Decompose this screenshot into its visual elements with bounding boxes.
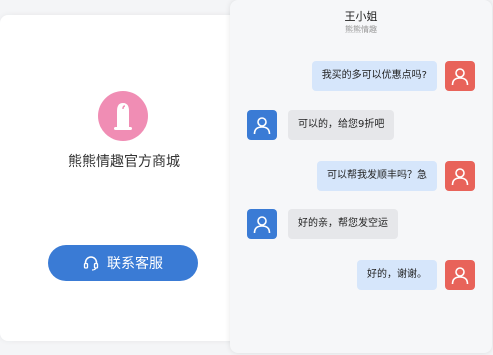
person-icon (451, 68, 469, 86)
message-bubble: 可以的，给您9折吧 (288, 110, 395, 140)
condom-icon (114, 103, 132, 130)
message-bubble: 好的，谢谢。 (357, 260, 437, 290)
message-bubble: 好的亲，帮您发空运 (288, 209, 398, 239)
chat-message-outgoing: 我买的多可以优惠点吗? (311, 61, 475, 91)
chat-message-incoming: 好的亲，帮您发空运 (247, 209, 398, 239)
agent-avatar (247, 110, 277, 140)
store-logo (98, 91, 148, 141)
store-card: 熊熊情趣官方商城 联系客服 (0, 15, 248, 341)
message-bubble: 我买的多可以优惠点吗? (311, 61, 437, 91)
agent-avatar (247, 209, 277, 239)
chat-title: 王小姐 (344, 10, 378, 23)
user-avatar (445, 260, 475, 290)
contact-support-button[interactable]: 联系客服 (48, 245, 198, 281)
person-icon (253, 117, 271, 135)
message-bubble: 可以帮我发顺丰吗？急 (317, 161, 437, 191)
chat-message-outgoing: 好的，谢谢。 (357, 260, 475, 290)
chat-message-outgoing: 可以帮我发顺丰吗？急 (317, 161, 475, 191)
person-icon (451, 168, 469, 186)
chat-subtitle: 熊熊情趣 (345, 25, 377, 34)
chat-panel: 王小姐 熊熊情趣 我买的多可以优惠点吗? 可以的，给您9折吧 可以帮我发顺丰吗？… (230, 0, 492, 353)
user-avatar (445, 61, 475, 91)
store-name: 熊熊情趣官方商城 (68, 154, 180, 170)
person-icon (253, 216, 271, 234)
chat-header: 王小姐 熊熊情趣 (230, 10, 492, 36)
chat-message-incoming: 可以的，给您9折吧 (247, 110, 395, 140)
user-avatar (445, 161, 475, 191)
contact-support-label: 联系客服 (107, 256, 163, 272)
person-icon (451, 267, 469, 285)
app-stage: 熊熊情趣官方商城 联系客服 王小姐 熊熊情趣 我买的多可以优惠点吗? 可以的，给… (0, 0, 493, 355)
headset-icon (83, 256, 99, 271)
